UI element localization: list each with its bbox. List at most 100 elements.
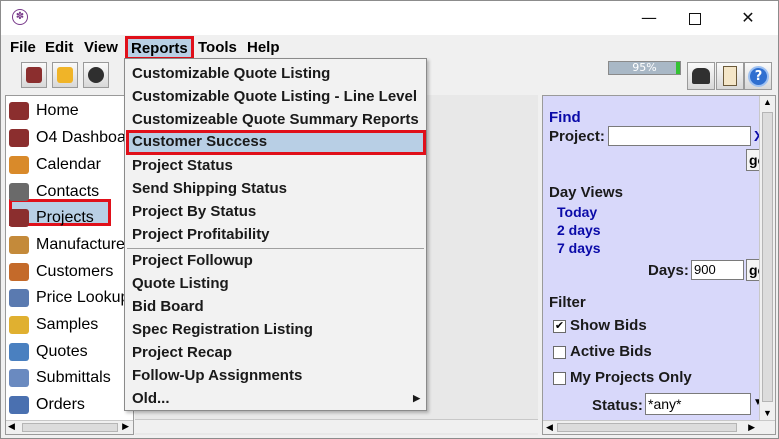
scroll-thumb[interactable] [22, 423, 118, 432]
scroll-thumb[interactable] [762, 112, 773, 402]
active-bids-checkbox[interactable] [553, 346, 566, 359]
quotes-icon [9, 343, 29, 361]
two-days-link[interactable]: 2 days [557, 222, 601, 238]
book-icon [723, 66, 737, 86]
menu-reports[interactable]: Reports [125, 36, 194, 60]
manufacturers-icon [9, 236, 29, 254]
minimize-button[interactable]: — [626, 1, 672, 35]
nav-item-label: Projects [36, 209, 94, 226]
menu-item-spec-registration-listing[interactable]: Spec Registration Listing [126, 318, 426, 341]
project-search-input[interactable] [608, 126, 751, 146]
building-icon [26, 67, 42, 83]
manual-button[interactable] [716, 62, 744, 90]
submittals-icon [9, 369, 29, 387]
samples-icon [9, 316, 29, 334]
days-go-button[interactable]: go [746, 259, 760, 281]
my-projects-only-label: My Projects Only [570, 369, 692, 386]
menu-help[interactable]: Help [247, 38, 280, 58]
title-bar: ✽ — ✕ [1, 1, 778, 35]
memory-progress-bar: 95% [608, 61, 681, 75]
nav-item-orders[interactable]: Orders [6, 392, 133, 418]
find-go-button[interactable]: go [746, 149, 760, 171]
menu-item-quote-listing[interactable]: Quote Listing [126, 272, 426, 295]
scroll-right-icon[interactable]: ▶ [748, 422, 755, 433]
nav-horizontal-scrollbar[interactable]: ◀ ▶ [6, 420, 133, 434]
menu-item-old-label: Old... [132, 390, 170, 407]
nav-item-label: Price Lookup [36, 289, 130, 306]
main-horizontal-scrollbar[interactable] [135, 419, 538, 433]
menu-file[interactable]: File [10, 38, 36, 58]
close-button[interactable]: ✕ [725, 1, 771, 35]
reports-dropdown-menu: Customizable Quote Listing Customizable … [124, 58, 427, 411]
nav-item-manufacturers[interactable]: Manufacturers [6, 232, 133, 258]
scroll-left-icon[interactable]: ◀ [546, 422, 553, 433]
maximize-icon [689, 12, 701, 25]
menu-item-project-by-status[interactable]: Project By Status [126, 200, 426, 223]
menu-item-customizeable-quote-summary-reports[interactable]: Customizeable Quote Summary Reports [126, 108, 426, 131]
menu-item-project-recap[interactable]: Project Recap [126, 341, 426, 364]
status-label: Status: [592, 397, 643, 414]
binoculars-icon [88, 67, 104, 83]
menu-item-customizable-quote-listing[interactable]: Customizable Quote Listing [126, 62, 426, 85]
nav-item-label: Customers [36, 263, 114, 280]
folder-icon [57, 67, 73, 83]
menu-item-customer-success[interactable]: Customer Success [126, 130, 426, 155]
menu-tools[interactable]: Tools [198, 38, 237, 58]
nav-item-customers[interactable]: Customers [6, 259, 133, 285]
scroll-left-icon[interactable]: ◀ [8, 422, 15, 432]
nav-item-label: Samples [36, 316, 99, 333]
navigation-panel: Home O4 Dashboard Calendar Contacts Projects… [5, 95, 134, 435]
nav-item-contacts[interactable]: Contacts [6, 179, 133, 205]
scroll-up-icon[interactable]: ▲ [763, 97, 772, 107]
toolbar-home-button[interactable] [21, 62, 47, 88]
find-panel-vertical-scrollbar[interactable]: ▲ ▼ [759, 96, 775, 420]
menu-item-send-shipping-status[interactable]: Send Shipping Status [126, 177, 426, 200]
menu-item-bid-board[interactable]: Bid Board [126, 295, 426, 318]
scroll-down-icon[interactable]: ▼ [763, 408, 772, 418]
nav-item-price-lookup[interactable]: Price Lookup [6, 285, 133, 311]
day-views-heading: Day Views [549, 184, 623, 201]
nav-item-projects[interactable]: Projects [6, 205, 133, 231]
status-select[interactable]: *any* [645, 393, 751, 415]
maximize-button[interactable] [672, 1, 718, 35]
scroll-right-icon[interactable]: ▶ [122, 422, 129, 432]
menu-item-project-profitability[interactable]: Project Profitability [126, 223, 426, 246]
active-bids-label: Active Bids [570, 343, 652, 360]
dashboard-icon [9, 129, 29, 147]
menu-item-project-status[interactable]: Project Status [126, 154, 426, 177]
toolbar-search-button[interactable] [83, 62, 109, 88]
menu-item-project-followup[interactable]: Project Followup [126, 249, 426, 272]
nav-item-label: O4 Dashboard [36, 129, 134, 146]
help-button[interactable]: ? [744, 62, 772, 90]
my-projects-only-checkbox[interactable] [553, 372, 566, 385]
show-bids-checkbox[interactable]: ✔ [553, 320, 566, 333]
price-lookup-icon [9, 289, 29, 307]
seven-days-link[interactable]: 7 days [557, 240, 601, 256]
menu-item-old[interactable]: Old... ▶ [126, 387, 426, 410]
menu-bar: File Edit View Reports Tools Help [1, 35, 778, 60]
menu-edit[interactable]: Edit [45, 38, 73, 58]
phone-icon [692, 68, 710, 84]
contacts-icon [9, 183, 29, 201]
nav-item-quotes[interactable]: Quotes [6, 339, 133, 365]
nav-item-samples[interactable]: Samples [6, 312, 133, 338]
find-panel: Find Project: X go Day Views Today 2 day… [542, 95, 776, 435]
phone-button[interactable] [687, 62, 715, 90]
nav-item-submittals[interactable]: Submittals [6, 365, 133, 391]
nav-item-calendar[interactable]: Calendar [6, 152, 133, 178]
calendar-icon [9, 156, 29, 174]
nav-item-label: Submittals [36, 369, 111, 386]
days-input[interactable]: 900 [691, 260, 744, 280]
menu-item-follow-up-assignments[interactable]: Follow-Up Assignments [126, 364, 426, 387]
customers-icon [9, 263, 29, 281]
today-link[interactable]: Today [557, 204, 597, 220]
nav-item-home[interactable]: Home [6, 98, 133, 124]
nav-item-o4-dashboard[interactable]: O4 Dashboard [6, 125, 134, 151]
progress-label: 95% [632, 61, 657, 74]
toolbar-folder-button[interactable] [52, 62, 78, 88]
find-panel-horizontal-scrollbar[interactable]: ◀ ▶ [543, 420, 775, 434]
scroll-thumb[interactable] [557, 423, 737, 432]
menu-item-customizable-quote-listing-line-level[interactable]: Customizable Quote Listing - Line Level [126, 85, 426, 108]
menu-view[interactable]: View [84, 38, 118, 58]
show-bids-label: Show Bids [570, 317, 647, 334]
